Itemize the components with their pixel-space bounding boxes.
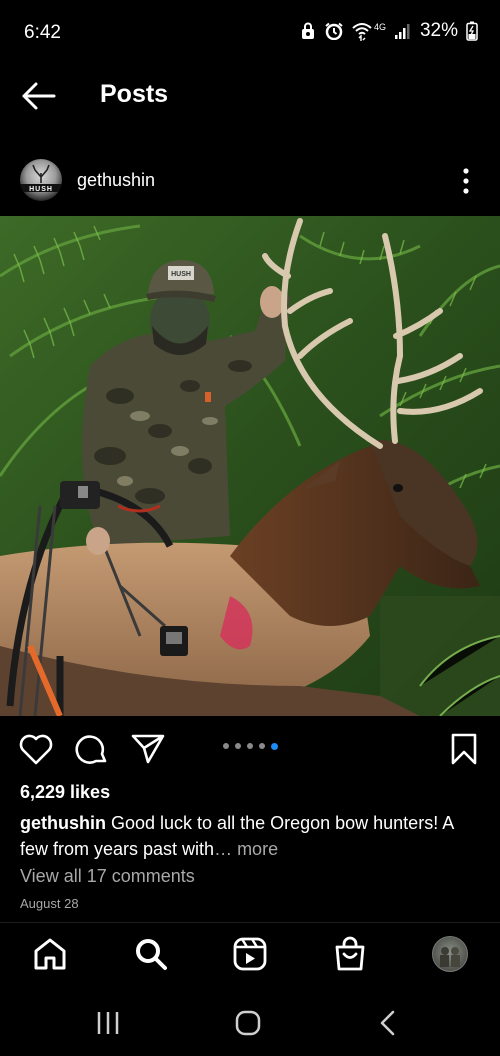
system-home-button[interactable] <box>228 1006 268 1040</box>
post-image[interactable]: HUSH <box>0 216 500 716</box>
cap-logo-text: HUSH <box>171 271 191 278</box>
like-button[interactable] <box>18 732 54 766</box>
back-arrow-icon <box>22 82 56 110</box>
post-username[interactable]: gethushin <box>77 170 155 191</box>
status-icons: 4G 32% <box>300 20 478 42</box>
lock-notification-icon <box>301 22 314 39</box>
share-button[interactable] <box>130 732 166 766</box>
network-type: 4G <box>373 22 386 32</box>
more-options-button[interactable] <box>455 166 477 196</box>
carousel-dot <box>247 743 253 749</box>
battery-percent: 32% <box>419 20 458 41</box>
post-caption: gethushin Good luck to all the Oregon bo… <box>20 810 482 862</box>
nav-shop-button[interactable] <box>330 934 370 974</box>
status-bar: 6:42 4G 32% <box>0 0 500 66</box>
caption-more-link[interactable]: … more <box>214 839 278 859</box>
carousel-dot-active <box>271 742 278 750</box>
system-back-button[interactable] <box>368 1006 408 1040</box>
nav-profile-avatar[interactable] <box>432 936 468 972</box>
recents-icon <box>97 1012 119 1034</box>
comment-bubble-icon <box>75 735 107 764</box>
status-time: 6:42 <box>24 22 61 43</box>
heart-icon <box>19 734 53 765</box>
avatar[interactable]: HUSH <box>20 159 62 201</box>
alarm-icon <box>325 22 343 40</box>
search-icon <box>136 939 167 970</box>
system-home-icon <box>235 1010 261 1036</box>
likes-count[interactable]: 6,229 likes <box>20 782 110 803</box>
antler-logo-icon <box>20 164 62 192</box>
carousel-dot <box>259 743 265 749</box>
avatar-logo-text: HUSH <box>29 186 53 193</box>
carousel-dot <box>223 743 229 749</box>
battery-icon <box>466 21 478 41</box>
paper-plane-icon <box>131 734 165 764</box>
view-comments-link[interactable]: View all 17 comments <box>20 866 195 887</box>
comment-button[interactable] <box>74 732 110 766</box>
signal-icon <box>394 24 410 39</box>
wifi-icon <box>352 23 372 41</box>
nav-search-button[interactable] <box>131 934 171 974</box>
nav-reels-button[interactable] <box>230 934 270 974</box>
reels-icon <box>233 937 267 971</box>
vertical-dots-icon <box>463 168 469 194</box>
shopping-bag-icon <box>335 936 365 971</box>
profile-photo-icon <box>440 947 460 967</box>
carousel-indicator <box>223 742 278 750</box>
home-icon <box>34 938 66 970</box>
system-back-icon <box>380 1010 395 1036</box>
save-button[interactable] <box>448 732 480 766</box>
bookmark-icon <box>451 733 477 765</box>
caption-username[interactable]: gethushin <box>20 813 106 833</box>
hunter-with-elk-photo: HUSH <box>0 216 500 716</box>
page-title: Posts <box>100 80 169 108</box>
system-recents-button[interactable] <box>88 1006 128 1040</box>
post-date: August 28 <box>20 896 79 911</box>
back-button[interactable] <box>20 80 58 112</box>
nav-home-button[interactable] <box>30 934 70 974</box>
carousel-dot <box>235 743 241 749</box>
